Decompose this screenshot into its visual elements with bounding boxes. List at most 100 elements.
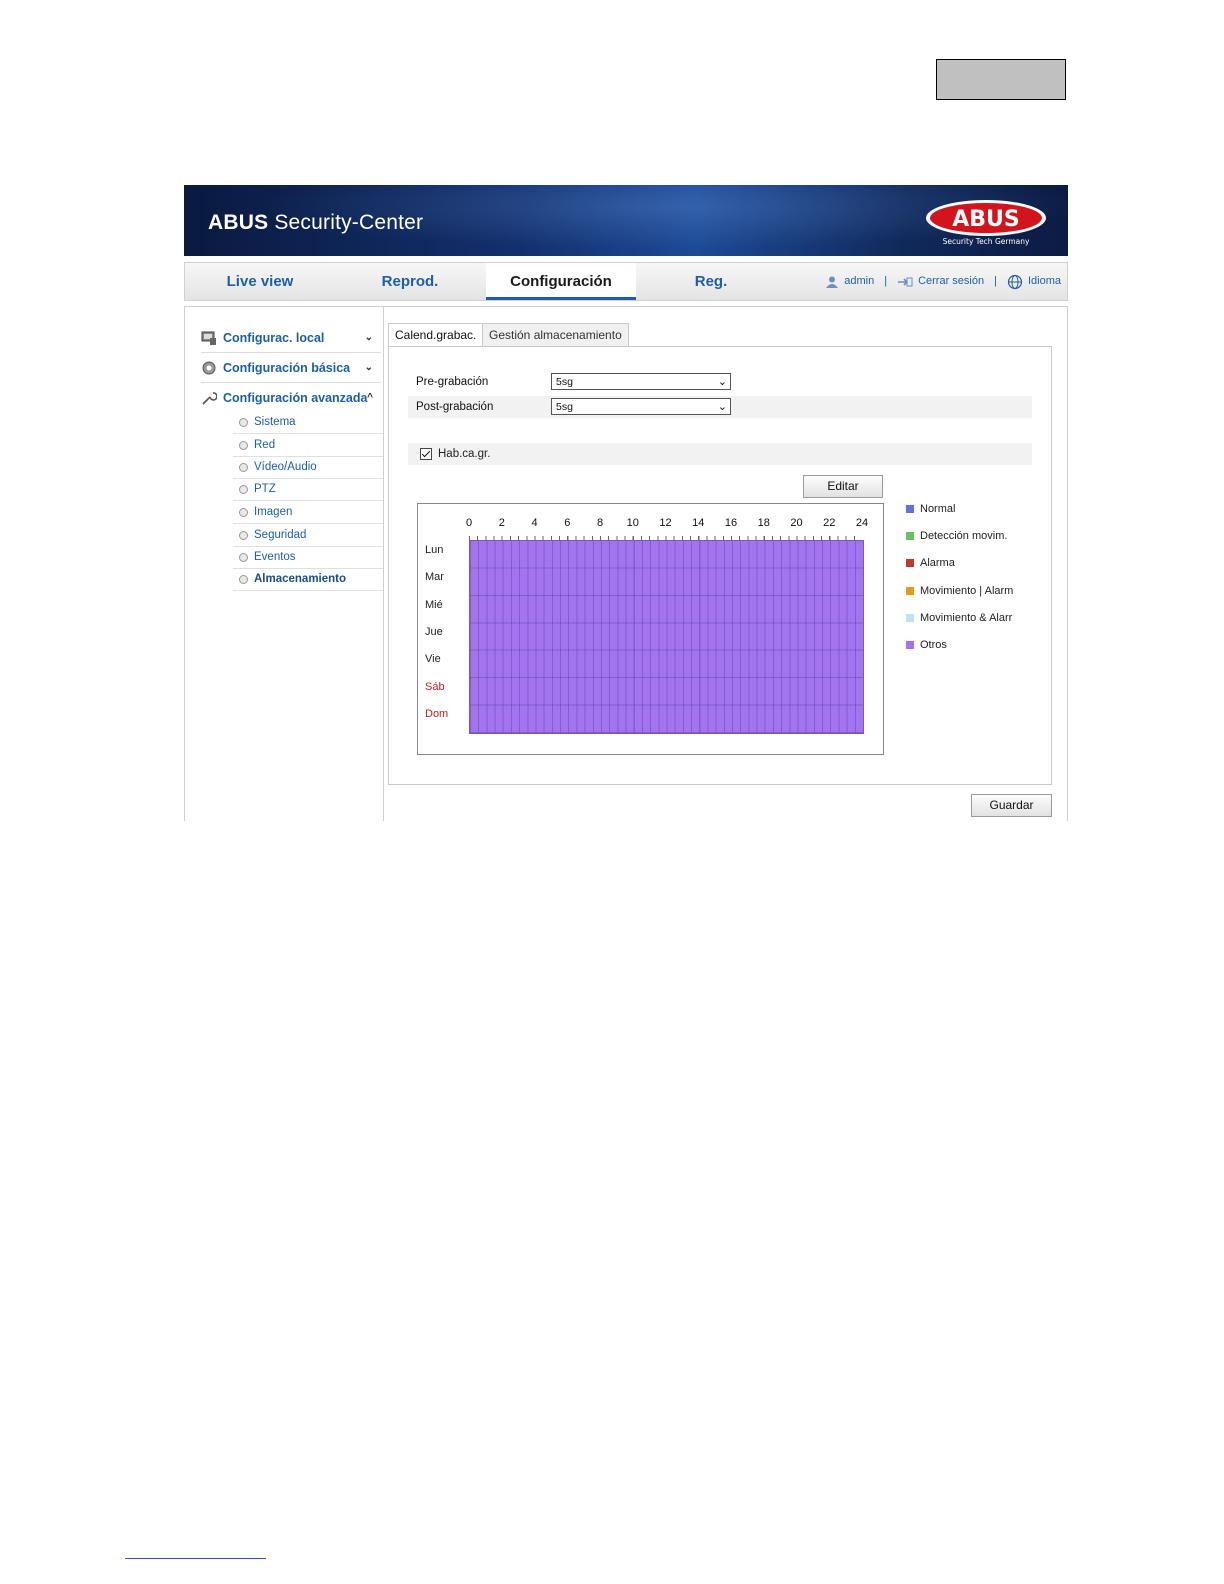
bullet-icon — [239, 417, 248, 427]
legend-swatch — [906, 532, 914, 541]
legend-item: Movimiento & Alarr — [906, 612, 1012, 624]
day-label: Sáb — [425, 680, 445, 693]
hour-label: 16 — [724, 517, 738, 529]
bullet-icon — [239, 552, 248, 562]
legend-swatch — [906, 641, 914, 649]
legend-swatch — [906, 586, 914, 595]
main-navigation: Live view Reprod. Configuración Reg. adm… — [184, 262, 1068, 301]
day-label: Mié — [425, 598, 443, 611]
day-label: Vie — [425, 653, 441, 666]
logout-link[interactable]: Cerrar sesión — [897, 263, 984, 300]
schedule-grid[interactable] — [469, 540, 864, 734]
post-record-label: Post-grabación — [416, 401, 494, 413]
bullet-icon — [239, 507, 248, 517]
chevron-down-icon: ⌄ — [364, 332, 373, 343]
legend-label: Movimiento | Alarm — [920, 584, 1014, 597]
tab-record-schedule[interactable]: Calend.grabac. — [388, 323, 484, 348]
chevron-down-icon: ⌄ — [364, 362, 373, 373]
hour-label: 14 — [692, 517, 705, 529]
language-link[interactable]: Idioma — [1007, 263, 1061, 300]
sidebar-local-config[interactable]: Configurac. local ⌄ — [201, 323, 381, 353]
legend-swatch — [906, 559, 914, 568]
hour-label: 24 — [855, 517, 869, 529]
app-title: ABUS Security-Center — [208, 211, 424, 234]
enable-schedule-checkbox[interactable] — [420, 448, 432, 460]
tab-log[interactable]: Reg. — [636, 263, 786, 300]
hour-label: 18 — [757, 517, 770, 529]
legend-label: Normal — [920, 503, 956, 515]
sidebar-item-imagen[interactable]: Imagen — [233, 501, 383, 524]
tab-live-view[interactable]: Live view — [185, 263, 335, 300]
pre-record-row: Pre-grabación 5sg ⌄ — [408, 371, 1032, 393]
sidebar-item-video-audio[interactable]: Vídeo/Audio — [233, 456, 383, 479]
language-label: Idioma — [1027, 275, 1061, 287]
sidebar-basic-config[interactable]: Configuración básica ⌄ — [201, 353, 381, 383]
footer-rule — [125, 1558, 266, 1559]
legend-label: Alarma — [920, 557, 955, 570]
sidebar-item-eventos[interactable]: Eventos — [233, 546, 383, 569]
svg-text:Security Tech Germany: Security Tech Germany — [943, 237, 1030, 246]
bullet-icon — [239, 574, 248, 584]
abus-logo: ABUS Security Tech Germany — [926, 200, 1046, 246]
user-name: admin — [844, 275, 875, 287]
logout-icon — [898, 277, 913, 286]
user-link[interactable]: admin — [825, 263, 874, 300]
tab-playback[interactable]: Reprod. — [335, 263, 485, 300]
enable-schedule-label: Hab.ca.gr. — [438, 448, 491, 460]
legend-swatch — [906, 613, 914, 622]
hour-label: 0 — [465, 517, 473, 529]
enable-schedule-row: Hab.ca.gr. — [408, 443, 1032, 465]
gear-icon — [202, 361, 216, 374]
hour-label: 2 — [498, 517, 505, 529]
legend-item: Alarma — [906, 557, 955, 569]
legend-label: Otros — [920, 639, 947, 651]
sidebar-item-almacenamiento[interactable]: Almacenamiento — [233, 568, 383, 591]
legend-item: Movimiento | Alarm — [906, 585, 1013, 597]
hour-label: 6 — [564, 517, 571, 529]
post-record-row: Post-grabación 5sg ⌄ — [408, 396, 1032, 418]
tab-configuration[interactable]: Configuración — [486, 263, 636, 300]
sidebar-item-seguridad[interactable]: Seguridad — [233, 524, 383, 547]
hour-label: 10 — [626, 517, 639, 529]
hour-label: 8 — [596, 517, 604, 529]
bullet-icon — [239, 484, 248, 494]
pre-record-select[interactable]: 5sg ⌄ — [551, 373, 731, 390]
legend-item: Normal — [906, 503, 955, 515]
wrench-icon — [202, 391, 217, 405]
pre-record-label: Pre-grabación — [416, 376, 489, 388]
logout-label: Cerrar sesión — [918, 275, 985, 287]
globe-icon — [1007, 274, 1023, 289]
legend-item: Otros — [906, 639, 947, 651]
hour-label: 4 — [531, 517, 538, 529]
bullet-icon — [239, 462, 248, 472]
sidebar-item-red[interactable]: Red — [233, 434, 383, 457]
edit-button[interactable]: Editar — [803, 475, 883, 498]
hour-label: 22 — [823, 517, 836, 529]
post-record-select[interactable]: 5sg ⌄ — [551, 398, 731, 415]
day-label: Mar — [425, 571, 444, 584]
sidebar-advanced-config[interactable]: Configuración avanzada ^ — [201, 383, 381, 412]
svg-text:ABUS: ABUS — [952, 207, 1020, 232]
tab-storage-management[interactable]: Gestión almacenamiento — [482, 323, 629, 346]
header-banner: ABUS Security-Center ABUS Security Tech … — [184, 185, 1068, 256]
chevron-down-icon: ⌄ — [717, 401, 727, 413]
hour-label: 12 — [659, 517, 672, 529]
legend-label: Movimiento & Alarr — [920, 611, 1013, 624]
monitor-icon — [201, 331, 216, 345]
page-number-box — [936, 59, 1066, 100]
hour-label: 20 — [790, 517, 803, 529]
user-area: admin | Cerrar sesión | Idioma — [825, 263, 1061, 300]
save-button[interactable]: Guardar — [971, 794, 1052, 817]
chevron-up-icon: ^ — [367, 392, 373, 403]
sidebar-item-sistema[interactable]: Sistema — [233, 411, 383, 434]
bullet-icon — [239, 440, 248, 450]
day-label: Dom — [425, 707, 449, 720]
day-label: Jue — [425, 625, 443, 638]
sidebar: Configurac. local ⌄ Configuración básica… — [185, 307, 384, 821]
user-icon — [826, 276, 839, 288]
legend-item: Detección movim. — [906, 530, 1007, 542]
legend-label: Detección movim. — [920, 530, 1008, 543]
day-label: Lun — [425, 544, 444, 556]
legend-swatch — [906, 505, 914, 513]
sidebar-item-ptz[interactable]: PTZ — [233, 478, 383, 501]
